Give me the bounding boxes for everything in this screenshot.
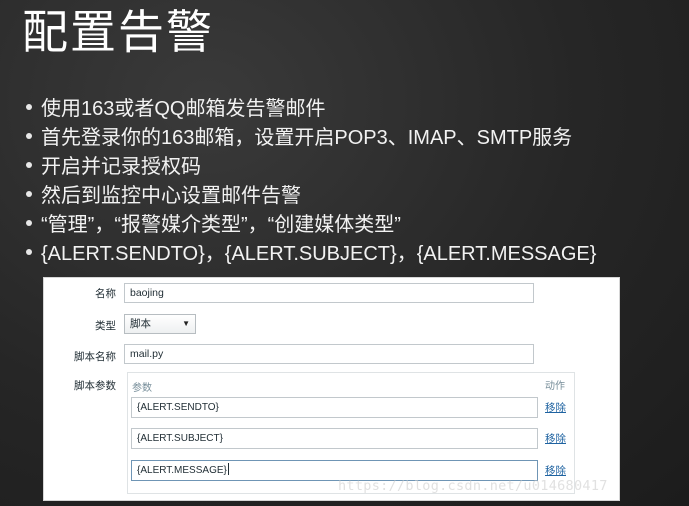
bullet-item: “管理”，“报警媒介类型”，“创建媒体类型” (26, 208, 596, 237)
type-select-value: 脚本 (130, 318, 151, 330)
bullet-item: 使用163或者QQ邮箱发告警邮件 (26, 92, 596, 121)
caret-down-icon: ▼ (182, 319, 190, 328)
bullet-list: 使用163或者QQ邮箱发告警邮件 首先登录你的163邮箱，设置开启POP3、IM… (26, 92, 596, 266)
bullet-text: 开启并记录授权码 (41, 156, 201, 178)
bullet-dot-icon (26, 132, 32, 139)
watermark: https://blog.csdn.net/u014680417 (338, 478, 608, 494)
bullet-text: “管理”，“报警媒介类型”，“创建媒体类型” (41, 214, 401, 236)
bullet-text: {ALERT.SENDTO}，{ALERT.SUBJECT}，{ALERT.ME… (41, 243, 597, 265)
slide-title: 配置告警 (22, 5, 214, 59)
params-column-header: 参数 (132, 383, 152, 394)
param-input-subject[interactable]: {ALERT.SUBJECT} (131, 428, 538, 449)
bullet-dot-icon (26, 190, 32, 197)
script-name-input[interactable]: mail.py (124, 344, 534, 364)
type-select[interactable]: 脚本 ▼ (124, 314, 196, 334)
remove-param-sendto-link[interactable]: 移除 (545, 400, 566, 415)
bullet-text: 首先登录你的163邮箱，设置开启POP3、IMAP、SMTP服务 (41, 127, 573, 149)
type-label: 类型 (95, 320, 116, 332)
bullet-item: 开启并记录授权码 (26, 150, 596, 179)
bullet-text: 使用163或者QQ邮箱发告警邮件 (41, 98, 326, 120)
name-label: 名称 (95, 288, 116, 300)
media-type-form: 名称 baojing 类型 脚本 ▼ 脚本名称 mail.py 脚本参数 参数 … (43, 277, 620, 501)
bullet-dot-icon (26, 161, 32, 168)
bullet-item: 然后到监控中心设置邮件告警 (26, 179, 596, 208)
script-params-label: 脚本参数 (74, 380, 116, 392)
action-column-header: 动作 (545, 381, 565, 392)
bullet-dot-icon (26, 219, 32, 226)
param-input-message-text: {ALERT.MESSAGE} (137, 465, 227, 476)
script-name-label: 脚本名称 (74, 351, 116, 363)
bullet-dot-icon (26, 103, 32, 110)
bullet-text: 然后到监控中心设置邮件告警 (41, 185, 301, 207)
bullet-item: {ALERT.SENDTO}，{ALERT.SUBJECT}，{ALERT.ME… (26, 237, 596, 266)
bullet-dot-icon (26, 248, 32, 255)
param-input-sendto[interactable]: {ALERT.SENDTO} (131, 397, 538, 418)
remove-param-subject-link[interactable]: 移除 (545, 431, 566, 446)
text-caret (227, 463, 229, 475)
script-params-table: 参数 动作 {ALERT.SENDTO} 移除 {ALERT.SUBJECT} … (127, 372, 575, 494)
bullet-item: 首先登录你的163邮箱，设置开启POP3、IMAP、SMTP服务 (26, 121, 596, 150)
name-input[interactable]: baojing (124, 283, 534, 303)
remove-param-message-link[interactable]: 移除 (545, 463, 566, 478)
